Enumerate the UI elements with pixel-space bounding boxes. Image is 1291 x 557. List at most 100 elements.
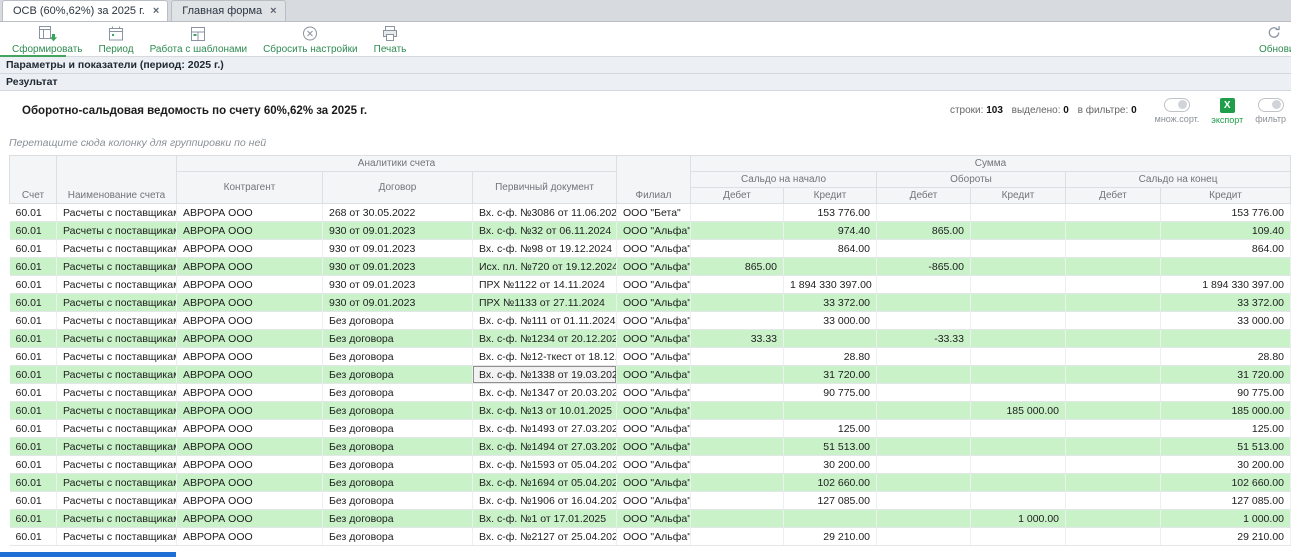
table-cell[interactable]: Вх. с-ф. №111 от 01.11.2024 — [473, 312, 617, 330]
refresh-button[interactable]: Обновить — [1259, 25, 1291, 55]
table-cell[interactable] — [1066, 258, 1161, 276]
table-cell[interactable] — [691, 402, 784, 420]
table-cell[interactable]: АВРОРА ООО — [177, 276, 323, 294]
table-cell[interactable] — [877, 438, 971, 456]
table-cell[interactable]: 28.80 — [784, 348, 877, 366]
table-row[interactable]: 60.01Расчеты с поставщикам...АВРОРА ОООБ… — [10, 402, 1291, 420]
table-cell[interactable]: Без договора — [323, 510, 473, 528]
table-cell[interactable] — [877, 312, 971, 330]
table-cell[interactable]: Расчеты с поставщикам... — [57, 420, 177, 438]
table-cell[interactable]: 109.40 — [1161, 222, 1291, 240]
table-cell[interactable]: 60.01 — [10, 420, 57, 438]
column-group-oboroty[interactable]: Обороты — [877, 172, 1066, 188]
table-cell[interactable]: Без договора — [323, 384, 473, 402]
table-cell[interactable]: 31 720.00 — [784, 366, 877, 384]
table-cell[interactable]: 864.00 — [1161, 240, 1291, 258]
table-cell[interactable]: Вх. с-ф. №1494 от 27.03.2024 — [473, 438, 617, 456]
table-cell[interactable]: 30 200.00 — [784, 456, 877, 474]
table-cell[interactable]: Без договора — [323, 348, 473, 366]
table-cell[interactable]: ООО "Альфа" — [617, 366, 691, 384]
table-cell[interactable]: Расчеты с поставщикам... — [57, 402, 177, 420]
table-row[interactable]: 60.01Расчеты с поставщикам...АВРОРА ОООБ… — [10, 348, 1291, 366]
table-cell[interactable] — [784, 402, 877, 420]
table-cell[interactable]: ПРХ №1133 от 27.11.2024 — [473, 294, 617, 312]
table-cell[interactable]: 102 660.00 — [784, 474, 877, 492]
table-cell[interactable]: 930 от 09.01.2023 — [323, 222, 473, 240]
print-button[interactable]: Печать — [366, 24, 415, 56]
table-cell[interactable] — [877, 510, 971, 528]
table-cell[interactable]: ООО "Альфа" — [617, 492, 691, 510]
table-cell[interactable]: -33.33 — [877, 330, 971, 348]
table-cell[interactable] — [1066, 222, 1161, 240]
table-cell[interactable]: Без договора — [323, 492, 473, 510]
group-by-drop-zone[interactable]: Перетащите сюда колонку для группировки … — [0, 131, 1291, 155]
table-cell[interactable]: АВРОРА ООО — [177, 240, 323, 258]
column-group-summa[interactable]: Сумма — [691, 156, 1291, 172]
column-group-saldo-end[interactable]: Сальдо на конец — [1066, 172, 1291, 188]
table-cell[interactable]: АВРОРА ООО — [177, 366, 323, 384]
table-cell[interactable]: Без договора — [323, 528, 473, 546]
table-cell[interactable] — [971, 492, 1066, 510]
table-cell[interactable] — [877, 276, 971, 294]
table-cell[interactable] — [784, 258, 877, 276]
table-cell[interactable]: Вх. с-ф. №32 от 06.11.2024 — [473, 222, 617, 240]
table-cell[interactable]: 28.80 — [1161, 348, 1291, 366]
table-cell[interactable]: Вх. с-ф. №2127 от 25.04.2024 — [473, 528, 617, 546]
table-cell[interactable]: Вх. с-ф. №1694 от 05.04.2024 — [473, 474, 617, 492]
table-cell[interactable]: АВРОРА ООО — [177, 312, 323, 330]
table-cell[interactable]: АВРОРА ООО — [177, 294, 323, 312]
table-cell[interactable] — [971, 240, 1066, 258]
table-cell[interactable]: Расчеты с поставщикам... — [57, 528, 177, 546]
table-cell[interactable] — [877, 456, 971, 474]
table-cell[interactable]: ООО "Альфа" — [617, 402, 691, 420]
table-cell[interactable] — [877, 366, 971, 384]
table-cell[interactable]: 90 775.00 — [1161, 384, 1291, 402]
table-cell[interactable]: АВРОРА ООО — [177, 420, 323, 438]
table-cell[interactable] — [1066, 510, 1161, 528]
table-cell[interactable] — [971, 384, 1066, 402]
table-cell[interactable]: Вх. с-ф. №1 от 17.01.2025 — [473, 510, 617, 528]
table-cell[interactable] — [691, 528, 784, 546]
column-header-kredit-end[interactable]: Кредит — [1161, 188, 1291, 204]
table-cell[interactable] — [1066, 312, 1161, 330]
table-cell[interactable] — [971, 258, 1066, 276]
table-cell[interactable] — [1066, 474, 1161, 492]
table-cell[interactable] — [691, 384, 784, 402]
filter-toggle[interactable] — [1258, 98, 1284, 112]
table-cell[interactable]: Вх. с-ф. №3086 от 11.06.2024 — [473, 204, 617, 222]
parameters-section-header[interactable]: Параметры и показатели (период: 2025 г.) — [0, 57, 1291, 74]
table-cell[interactable]: 125.00 — [784, 420, 877, 438]
table-cell[interactable] — [1066, 402, 1161, 420]
table-cell[interactable] — [971, 312, 1066, 330]
table-cell[interactable]: Расчеты с поставщикам... — [57, 474, 177, 492]
table-cell[interactable]: ООО "Альфа" — [617, 348, 691, 366]
table-cell[interactable]: Без договора — [323, 474, 473, 492]
table-cell[interactable]: 29 210.00 — [1161, 528, 1291, 546]
table-cell[interactable]: Расчеты с поставщикам... — [57, 222, 177, 240]
table-cell[interactable] — [1066, 294, 1161, 312]
table-cell[interactable]: 60.01 — [10, 330, 57, 348]
table-cell[interactable]: АВРОРА ООО — [177, 402, 323, 420]
table-cell[interactable] — [691, 204, 784, 222]
table-cell[interactable]: 30 200.00 — [1161, 456, 1291, 474]
table-cell[interactable]: ООО "Альфа" — [617, 438, 691, 456]
table-cell[interactable] — [691, 222, 784, 240]
table-cell[interactable] — [1066, 420, 1161, 438]
tab-main-form[interactable]: Главная форма × — [171, 0, 285, 21]
table-cell[interactable]: Вх. с-ф. №98 от 19.12.2024 — [473, 240, 617, 258]
column-header-kredit-start[interactable]: Кредит — [784, 188, 877, 204]
table-cell[interactable] — [971, 366, 1066, 384]
table-cell[interactable]: Расчеты с поставщикам... — [57, 294, 177, 312]
table-row[interactable]: 60.01Расчеты с поставщикам...АВРОРА ООО9… — [10, 294, 1291, 312]
table-cell[interactable] — [691, 276, 784, 294]
table-cell[interactable]: АВРОРА ООО — [177, 384, 323, 402]
table-row[interactable]: 60.01Расчеты с поставщикам...АВРОРА ОООБ… — [10, 420, 1291, 438]
table-cell[interactable]: 60.01 — [10, 456, 57, 474]
table-cell[interactable] — [971, 420, 1066, 438]
table-cell[interactable]: АВРОРА ООО — [177, 348, 323, 366]
table-cell[interactable] — [971, 294, 1066, 312]
table-cell[interactable]: 930 от 09.01.2023 — [323, 294, 473, 312]
table-cell[interactable] — [784, 330, 877, 348]
horizontal-scrollbar-thumb[interactable] — [0, 552, 176, 557]
table-cell[interactable] — [691, 456, 784, 474]
